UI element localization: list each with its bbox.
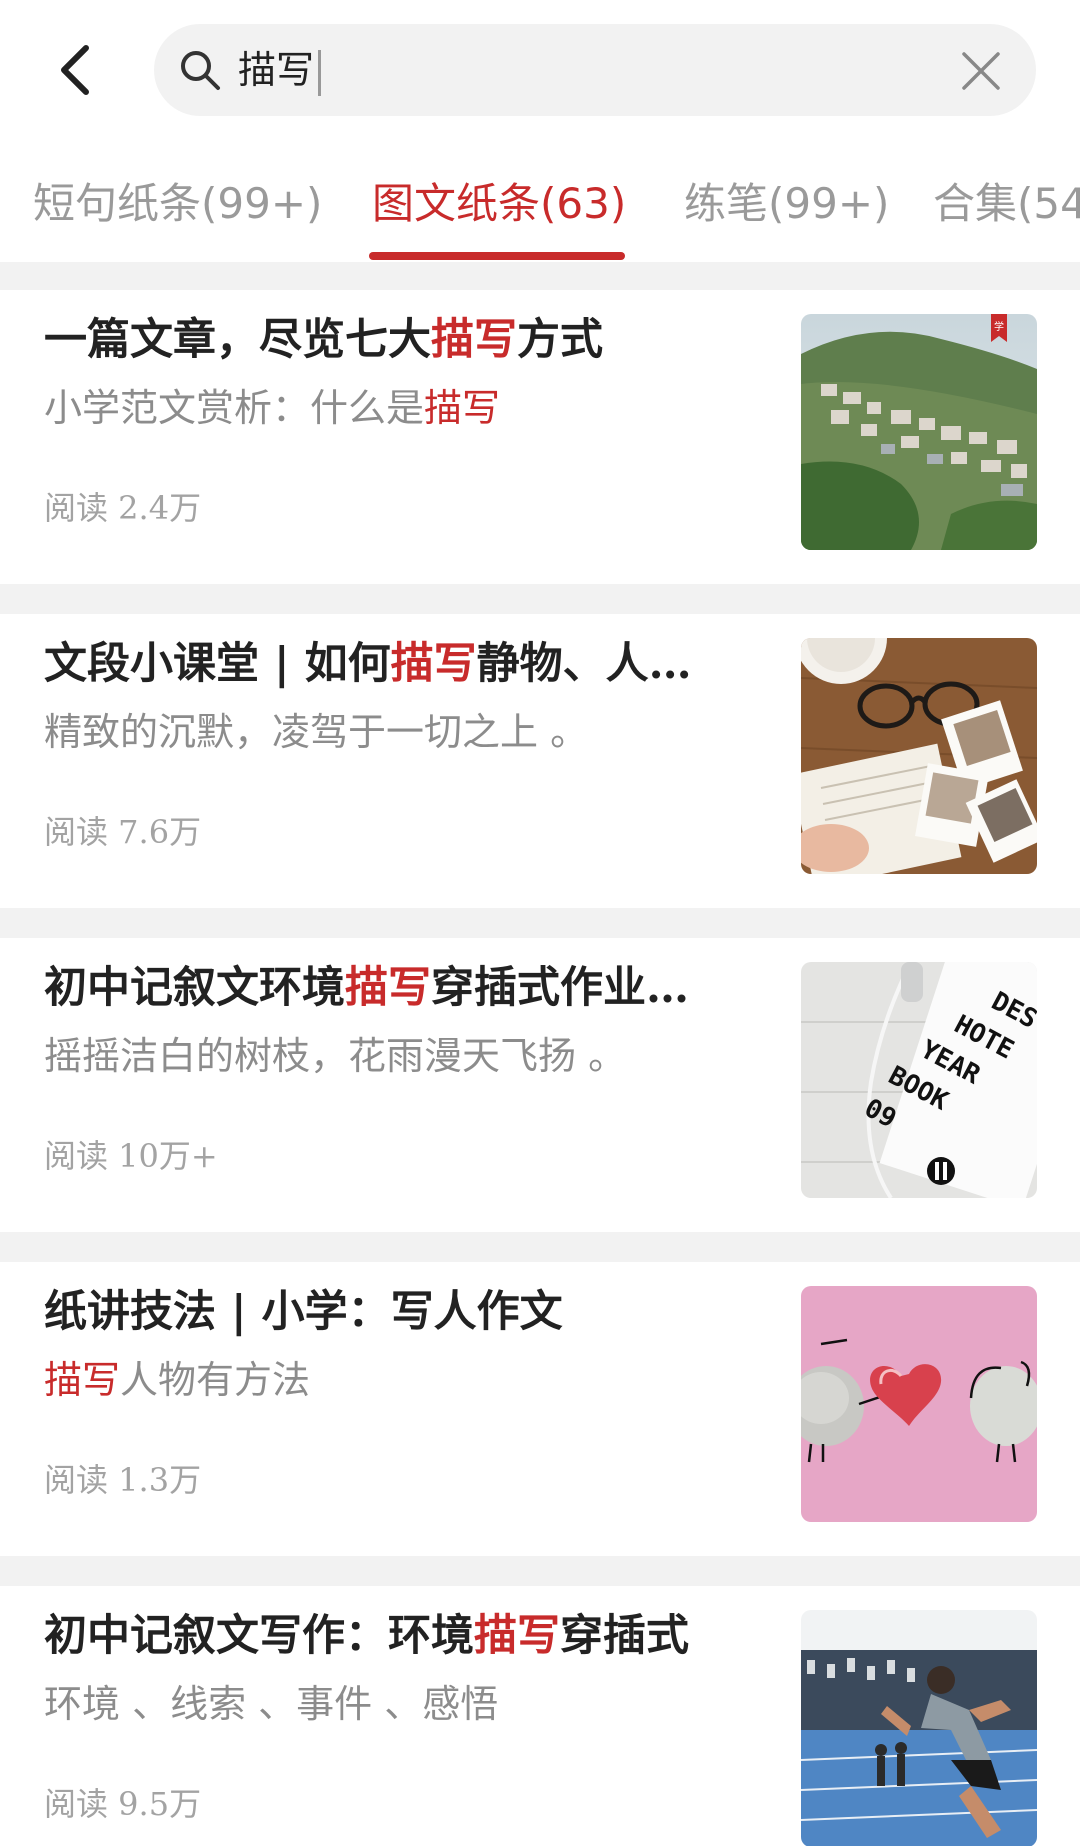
divider xyxy=(0,1232,1080,1262)
search-query-text: 描写 xyxy=(238,48,315,92)
read-count: 阅读 10万+ xyxy=(44,1137,218,1175)
tab-collections[interactable]: 合集(54 xyxy=(933,176,1080,232)
desk-glasses-photos-icon xyxy=(801,638,1037,874)
divider xyxy=(0,584,1080,614)
tab-image-text-notes[interactable]: 图文纸条(63) xyxy=(372,176,626,232)
divider xyxy=(0,1556,1080,1586)
sprinter-track-icon xyxy=(801,1610,1037,1846)
article-thumbnail xyxy=(801,638,1037,874)
read-count: 阅读 7.6万 xyxy=(44,813,202,851)
article-title: 文段小课堂 | 如何描写静物、人… xyxy=(44,639,692,689)
stones-heart-icon xyxy=(801,1286,1037,1522)
article-title: 初中记叙文写作：环境描写穿插式 xyxy=(44,1611,689,1661)
tab-short-notes[interactable]: 短句纸条(99+) xyxy=(33,176,322,232)
article-subtitle: 描写人物有方法 xyxy=(44,1358,311,1402)
read-count: 阅读 9.5万 xyxy=(44,1785,202,1823)
active-tab-indicator xyxy=(369,252,625,260)
yearbook-earphones-icon: DES HOTE YEAR BOOK 09 xyxy=(801,962,1037,1198)
article-subtitle: 小学范文赏析：什么是描写 xyxy=(44,386,501,430)
article-subtitle: 精致的沉默，凌驾于一切之上 。 xyxy=(44,710,589,754)
text-caret xyxy=(318,49,322,96)
article-thumbnail xyxy=(801,1286,1037,1522)
article-title: 纸讲技法 | 小学：写人作文 xyxy=(44,1287,563,1337)
article-thumbnail: DES HOTE YEAR BOOK 09 xyxy=(801,962,1037,1198)
divider xyxy=(0,908,1080,938)
article-card[interactable]: 一篇文章，尽览七大描写方式 小学范文赏析：什么是描写 阅读 2.4万 学 xyxy=(0,290,1080,584)
read-count: 阅读 1.3万 xyxy=(44,1461,202,1499)
back-button[interactable] xyxy=(48,36,108,104)
tab-writing-practice[interactable]: 练笔(99+) xyxy=(684,176,889,232)
article-subtitle: 摇摇洁白的树枝，花雨漫天飞扬 。 xyxy=(44,1034,627,1078)
article-card[interactable]: 初中记叙文环境描写穿插式作业… 摇摇洁白的树枝，花雨漫天飞扬 。 阅读 10万+… xyxy=(0,938,1080,1232)
search-input[interactable]: 描写 xyxy=(154,24,1036,116)
article-title: 初中记叙文环境描写穿插式作业… xyxy=(44,963,689,1013)
thumb-badge: 学 xyxy=(994,320,1004,333)
clear-icon[interactable] xyxy=(960,50,1002,92)
search-icon xyxy=(181,51,220,90)
article-card[interactable]: 文段小课堂 | 如何描写静物、人… 精致的沉默，凌驾于一切之上 。 阅读 7.6… xyxy=(0,614,1080,908)
divider xyxy=(0,262,1080,290)
chevron-left-icon xyxy=(61,45,89,95)
article-card[interactable]: 纸讲技法 | 小学：写人作文 描写人物有方法 阅读 1.3万 xyxy=(0,1262,1080,1556)
hillside-town-photo-icon: 学 xyxy=(801,314,1037,550)
category-tabs: 短句纸条(99+) 图文纸条(63) 练笔(99+) 合集(54 xyxy=(0,140,1080,262)
article-thumbnail xyxy=(801,1610,1037,1847)
article-title: 一篇文章，尽览七大描写方式 xyxy=(44,315,603,365)
article-subtitle: 环境 、线索 、事件 、感悟 xyxy=(44,1682,499,1726)
read-count: 阅读 2.4万 xyxy=(44,489,202,527)
article-thumbnail: 学 xyxy=(801,314,1037,550)
article-card[interactable]: 初中记叙文写作：环境描写穿插式 环境 、线索 、事件 、感悟 阅读 9.5万 xyxy=(0,1586,1080,1847)
search-header: 描写 xyxy=(0,0,1080,140)
